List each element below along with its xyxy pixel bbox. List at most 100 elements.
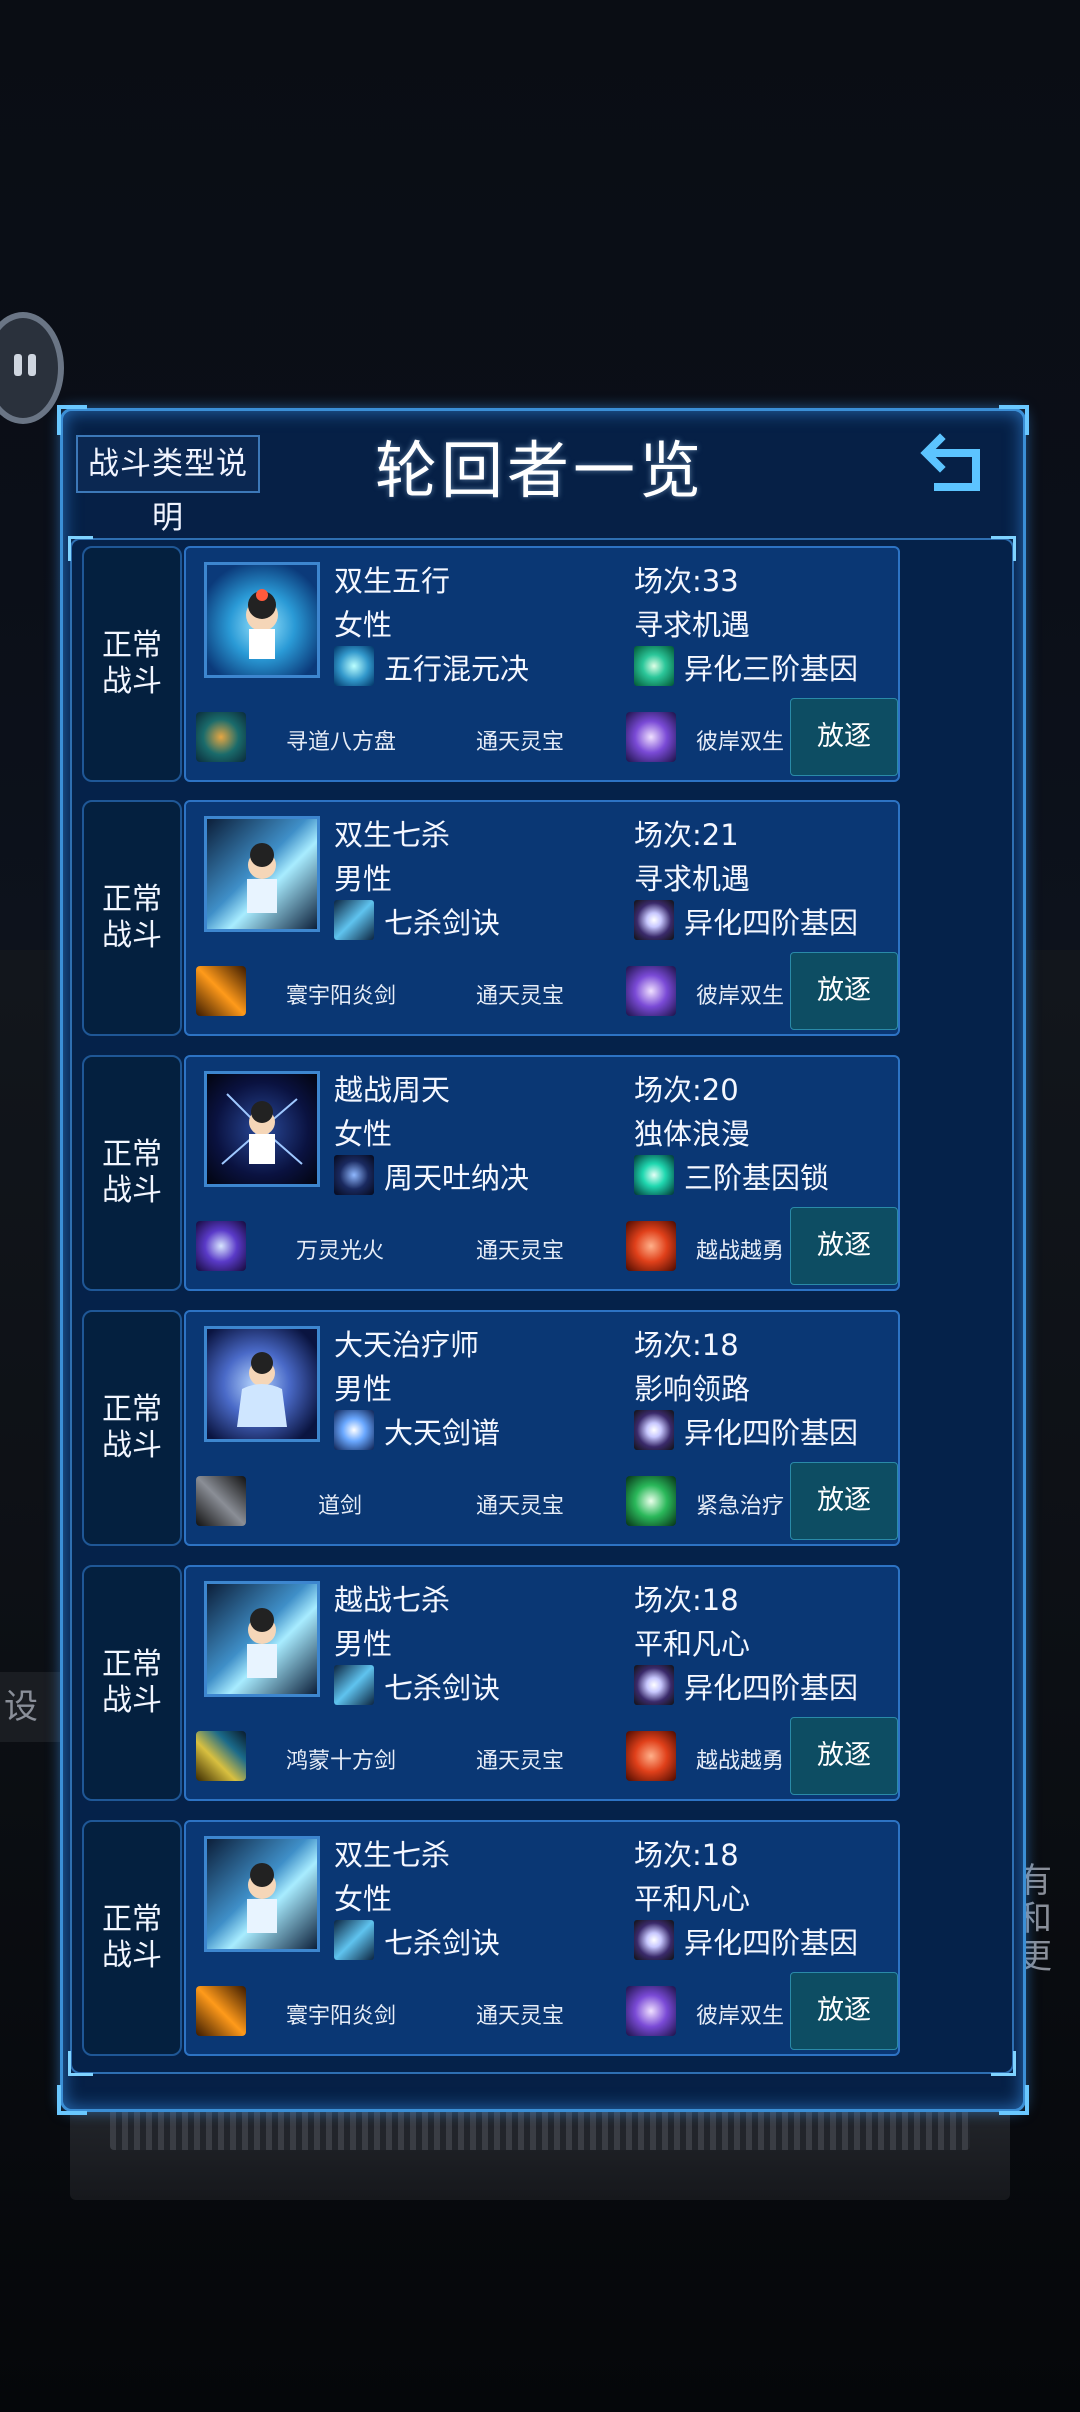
character-gender: 女性 xyxy=(334,1882,393,1916)
exile-button[interactable]: 放逐 xyxy=(790,1972,898,2050)
exile-button[interactable]: 放逐 xyxy=(790,1717,898,1795)
gene-lock-icon xyxy=(634,1155,674,1195)
skill-name: 五行混元决 xyxy=(384,652,530,686)
equip-item-1: 道剑 xyxy=(318,1494,363,1519)
sword-icon xyxy=(196,1476,246,1526)
equip-item-3: 彼岸双生 xyxy=(696,984,785,1009)
gene-name: 三阶基因锁 xyxy=(684,1161,830,1195)
skill-name: 七杀剑诀 xyxy=(384,1671,501,1705)
valor-icon xyxy=(626,1731,676,1781)
reincarnator-card[interactable]: 双生五行 女性 五行混元决 场次:33 寻求机遇 异化三阶基因 寻道八方盘 通天… xyxy=(184,546,900,782)
character-name: 双生五行 xyxy=(334,564,451,598)
sword-icon xyxy=(196,966,246,1016)
character-avatar xyxy=(204,1581,320,1697)
equip-item-1: 万灵光火 xyxy=(296,1239,385,1264)
equip-item-2: 通天灵宝 xyxy=(476,730,565,755)
character-name: 大天治疗师 xyxy=(334,1328,480,1362)
exile-button[interactable]: 放逐 xyxy=(790,1462,898,1540)
character-name: 双生七杀 xyxy=(334,818,451,852)
twin-spirit-icon xyxy=(626,966,676,1016)
character-trait: 独体浪漫 xyxy=(634,1117,751,1151)
match-count: 场次:33 xyxy=(634,564,739,598)
equip-item-3: 紧急治疗 xyxy=(696,1494,785,1519)
match-count: 场次:18 xyxy=(634,1583,739,1617)
character-gender: 男性 xyxy=(334,1627,393,1661)
equip-item-3: 彼岸双生 xyxy=(696,2004,785,2029)
heal-icon xyxy=(626,1476,676,1526)
equip-item-1: 寻道八方盘 xyxy=(286,730,397,755)
battle-type-help-button[interactable]: 战斗类型说明 xyxy=(76,435,260,536)
gene-icon xyxy=(634,1665,674,1705)
back-arrow-icon xyxy=(920,433,980,491)
skill-name: 七杀剑诀 xyxy=(384,906,501,940)
gene-name: 异化四阶基因 xyxy=(684,1926,859,1960)
character-trait: 平和凡心 xyxy=(634,1627,751,1661)
equip-item-2: 通天灵宝 xyxy=(476,1239,565,1264)
twin-spirit-icon xyxy=(626,712,676,762)
spirit-fire-icon xyxy=(196,1221,246,1271)
character-trait: 影响领路 xyxy=(634,1372,751,1406)
gene-icon xyxy=(634,1410,674,1450)
gene-name: 异化三阶基因 xyxy=(684,652,859,686)
exile-button[interactable]: 放逐 xyxy=(790,698,898,776)
back-button[interactable] xyxy=(920,425,990,497)
skill-icon xyxy=(334,646,374,686)
skill-icon xyxy=(334,1920,374,1960)
skill-icon xyxy=(334,1665,374,1705)
character-avatar xyxy=(204,1071,320,1187)
gene-name: 异化四阶基因 xyxy=(684,906,859,940)
match-count: 场次:18 xyxy=(634,1838,739,1872)
gene-icon xyxy=(634,900,674,940)
reincarnator-card[interactable]: 越战七杀 男性 七杀剑诀 场次:18 平和凡心 异化四阶基因 鸿蒙十方剑 通天灵… xyxy=(184,1565,900,1801)
gene-icon xyxy=(634,646,674,686)
character-avatar xyxy=(204,816,320,932)
character-trait: 寻求机遇 xyxy=(634,862,751,896)
match-count: 场次:20 xyxy=(634,1073,739,1107)
gene-name: 异化四阶基因 xyxy=(684,1671,859,1705)
reincarnator-card[interactable]: 双生七杀 男性 七杀剑诀 场次:21 寻求机遇 异化四阶基因 寰宇阳炎剑 通天灵… xyxy=(184,800,900,1036)
equip-item-2: 通天灵宝 xyxy=(476,2004,565,2029)
battle-type-tag: 正常 战斗 xyxy=(82,1310,182,1546)
exile-button[interactable]: 放逐 xyxy=(790,952,898,1030)
character-trait: 寻求机遇 xyxy=(634,608,751,642)
battle-type-tag: 正常 战斗 xyxy=(82,546,182,782)
equip-item-2: 通天灵宝 xyxy=(476,1494,565,1519)
equip-item-1: 寰宇阳炎剑 xyxy=(286,984,397,1009)
equip-item-3: 彼岸双生 xyxy=(696,730,785,755)
skill-name: 周天吐纳决 xyxy=(384,1161,530,1195)
skill-icon xyxy=(334,1155,374,1195)
valor-icon xyxy=(626,1221,676,1271)
skill-name: 七杀剑诀 xyxy=(384,1926,501,1960)
character-name: 越战七杀 xyxy=(334,1583,451,1617)
battle-type-tag: 正常 战斗 xyxy=(82,1820,182,2056)
gene-icon xyxy=(634,1920,674,1960)
reincarnator-card[interactable]: 越战周天 女性 周天吐纳决 场次:20 独体浪漫 三阶基因锁 万灵光火 通天灵宝… xyxy=(184,1055,900,1291)
reincarnator-card[interactable]: 双生七杀 女性 七杀剑诀 场次:18 平和凡心 异化四阶基因 寰宇阳炎剑 通天灵… xyxy=(184,1820,900,2056)
character-gender: 男性 xyxy=(334,862,393,896)
sword-icon xyxy=(196,1986,246,2036)
background-left-text: 设 xyxy=(0,1672,68,1742)
skill-icon xyxy=(334,1410,374,1450)
reincarnator-card[interactable]: 大天治疗师 男性 大天剑谱 场次:18 影响领路 异化四阶基因 道剑 通天灵宝 … xyxy=(184,1310,900,1546)
compass-icon xyxy=(196,712,246,762)
equip-item-1: 鸿蒙十方剑 xyxy=(286,1749,397,1774)
character-trait: 平和凡心 xyxy=(634,1882,751,1916)
character-gender: 女性 xyxy=(334,608,393,642)
equip-item-2: 通天灵宝 xyxy=(476,984,565,1009)
equip-item-2: 通天灵宝 xyxy=(476,1749,565,1774)
gene-name: 异化四阶基因 xyxy=(684,1416,859,1450)
page-title: 轮回者一览 xyxy=(374,434,705,507)
equip-item-3: 越战越勇 xyxy=(696,1749,785,1774)
sword-icon xyxy=(196,1731,246,1781)
battle-type-tag: 正常 战斗 xyxy=(82,800,182,1036)
equip-item-1: 寰宇阳炎剑 xyxy=(286,2004,397,2029)
character-name: 双生七杀 xyxy=(334,1838,451,1872)
battle-type-tag: 正常 战斗 xyxy=(82,1055,182,1291)
character-gender: 女性 xyxy=(334,1117,393,1151)
twin-spirit-icon xyxy=(626,1986,676,2036)
character-avatar xyxy=(204,1836,320,1952)
character-avatar xyxy=(204,562,320,678)
exile-button[interactable]: 放逐 xyxy=(790,1207,898,1285)
match-count: 场次:18 xyxy=(634,1328,739,1362)
match-count: 场次:21 xyxy=(634,818,739,852)
